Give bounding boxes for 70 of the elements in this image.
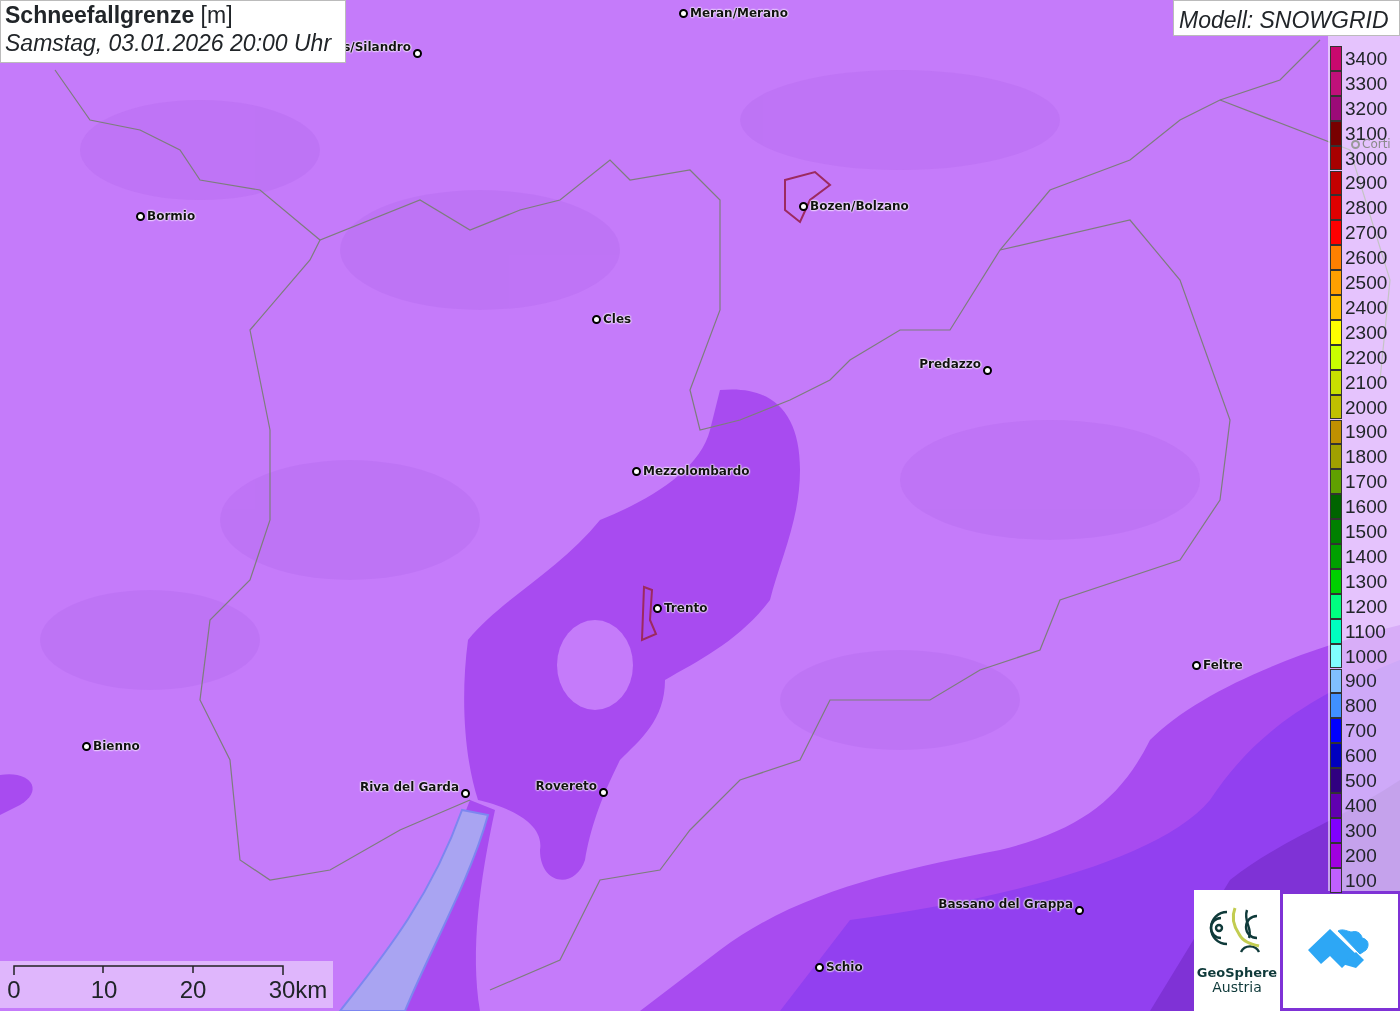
legend-label: 1300 [1345, 571, 1388, 591]
city-label: Bassano del Grappa [938, 896, 1073, 913]
scale-label: 20 [179, 978, 207, 1002]
legend-label: 600 [1345, 746, 1377, 766]
legend-label: 1400 [1345, 546, 1388, 566]
model-label: Modell: SNOWGRID [1173, 0, 1400, 36]
legend-label: 3200 [1345, 98, 1388, 118]
legend-label: 1800 [1345, 447, 1388, 467]
scale-label: 10 [90, 978, 118, 1002]
legend-label: 800 [1345, 696, 1377, 716]
logo-name: GeoSphere [1196, 966, 1278, 981]
city-label: Meran/Merano [690, 5, 788, 22]
city-label: Bozen/Bolzano [810, 198, 909, 215]
legend-label: 1900 [1345, 422, 1388, 442]
city-label: Riva del Garda [359, 779, 459, 796]
forecast-datetime: Samstag, 03.01.2026 20:00 Uhr [5, 29, 332, 58]
city-dot-icon [413, 49, 422, 58]
city-dot-icon [632, 466, 641, 476]
legend-label: 1100 [1345, 621, 1386, 641]
city-label: s/Silandro [343, 39, 411, 56]
legend-label: 2400 [1345, 297, 1388, 317]
legend-label: 300 [1345, 820, 1377, 840]
scale-label: 0 [7, 978, 21, 1002]
city-label: Bienno [93, 738, 140, 755]
city-label: Cles [603, 311, 632, 328]
legend-label: 2000 [1345, 397, 1388, 417]
city-dot-icon [799, 201, 808, 211]
city-label: Bormio [147, 208, 196, 225]
legend-label: 2800 [1345, 198, 1388, 218]
city-dot-icon [136, 211, 145, 221]
city-dot-icon [461, 789, 470, 798]
legend-label: 1200 [1345, 596, 1388, 616]
legend-label: 1600 [1345, 497, 1388, 517]
city-dot-icon [592, 314, 601, 324]
city-dot-icon [1075, 906, 1084, 915]
legend-label: 900 [1345, 671, 1377, 691]
legend-label: 3400 [1345, 48, 1388, 68]
legend-label: 2200 [1345, 347, 1388, 367]
legend-label: 1500 [1345, 522, 1388, 542]
city-label: Rovereto [535, 778, 597, 795]
city-label: Trento [664, 600, 708, 617]
legend-label: 3300 [1345, 73, 1388, 93]
city-dot-icon [983, 366, 992, 375]
city-dot-icon [679, 8, 688, 18]
city-dot-icon [82, 741, 91, 751]
legend-label: 1000 [1345, 646, 1388, 666]
city-dot-icon [1192, 660, 1201, 670]
city-dot-icon [653, 603, 662, 613]
scale-label: 30km [268, 978, 328, 1002]
logo-subtitle: Austria [1212, 980, 1262, 996]
legend-label: 2300 [1345, 322, 1388, 342]
legend-label: 2100 [1345, 372, 1388, 392]
legend-label: 700 [1345, 721, 1377, 741]
city-dot-icon [1351, 139, 1360, 149]
legend-label: 2600 [1345, 248, 1388, 268]
legend-label: 500 [1345, 771, 1377, 791]
map-title: Schneefallgrenze [m] [5, 2, 233, 30]
city-label: Mezzolombardo [643, 463, 750, 480]
legend-label: 200 [1345, 845, 1377, 865]
legend-label: 1700 [1345, 472, 1388, 492]
legend-label: 400 [1345, 795, 1377, 815]
legend-label: 2700 [1345, 223, 1388, 243]
city-label: Predazzo [919, 356, 981, 373]
city-label: Schio [826, 959, 863, 976]
city-dot-icon [599, 788, 608, 797]
legend-label: 2900 [1345, 173, 1388, 193]
city-label: Feltre [1203, 657, 1243, 674]
legend-label: 2500 [1345, 273, 1388, 293]
city-dot-icon [815, 962, 824, 972]
legend-label: 100 [1345, 870, 1377, 890]
